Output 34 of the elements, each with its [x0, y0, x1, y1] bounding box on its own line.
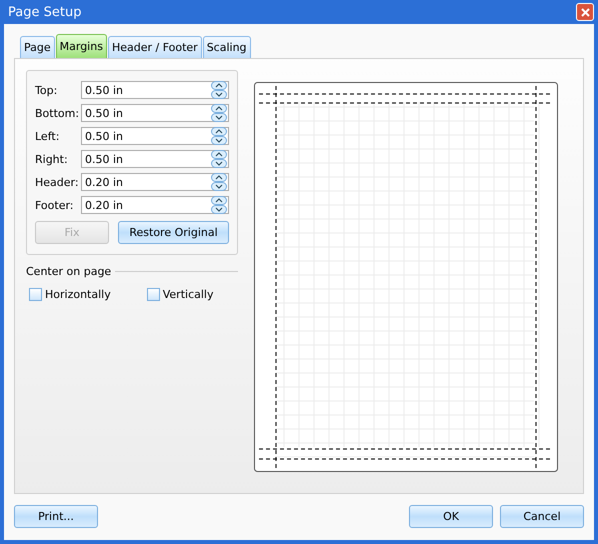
- checkbox-label: Vertically: [162, 288, 214, 301]
- field-label: Top:: [35, 84, 58, 96]
- input-field[interactable]: 0.50 in: [81, 104, 229, 122]
- window-title: Page Setup: [7, 4, 82, 20]
- spinner-icon[interactable]: [211, 196, 227, 214]
- input-field[interactable]: 0.50 in: [81, 81, 229, 99]
- field-label: Left:: [35, 130, 60, 142]
- spinner-icon[interactable]: [211, 173, 227, 191]
- spinner-icon[interactable]: [211, 81, 227, 99]
- close-button[interactable]: [576, 3, 594, 21]
- input-field[interactable]: 0.20 in: [81, 196, 229, 214]
- spinner-icon[interactable]: [211, 150, 227, 168]
- section-title: Center on page: [26, 265, 112, 278]
- dialog-button[interactable]: Cancel: [500, 505, 584, 528]
- tab[interactable]: Page: [20, 36, 55, 58]
- field-label: Header:: [35, 176, 79, 188]
- dialog-button[interactable]: OK: [409, 505, 493, 528]
- print-button[interactable]: Print...: [14, 505, 98, 528]
- tab[interactable]: Header / Footer: [108, 36, 202, 58]
- tab[interactable]: Margins: [56, 34, 107, 58]
- close-icon: [580, 8, 590, 16]
- spinner-icon[interactable]: [211, 127, 227, 145]
- field-label: Right:: [35, 152, 68, 166]
- checkbox[interactable]: [29, 288, 42, 301]
- input-field[interactable]: 0.50 in: [81, 150, 229, 168]
- field-label: Footer:: [35, 198, 74, 212]
- field-label: Bottom:: [35, 106, 80, 120]
- checkbox[interactable]: [146, 288, 160, 301]
- input-field[interactable]: 0.20 in: [81, 173, 229, 191]
- button[interactable]: Restore Original: [118, 221, 229, 244]
- spinner-icon[interactable]: [211, 104, 227, 122]
- input-field[interactable]: 0.50 in: [81, 127, 229, 145]
- tab[interactable]: Scaling: [202, 36, 251, 58]
- checkbox-label: Horizontally: [45, 288, 111, 301]
